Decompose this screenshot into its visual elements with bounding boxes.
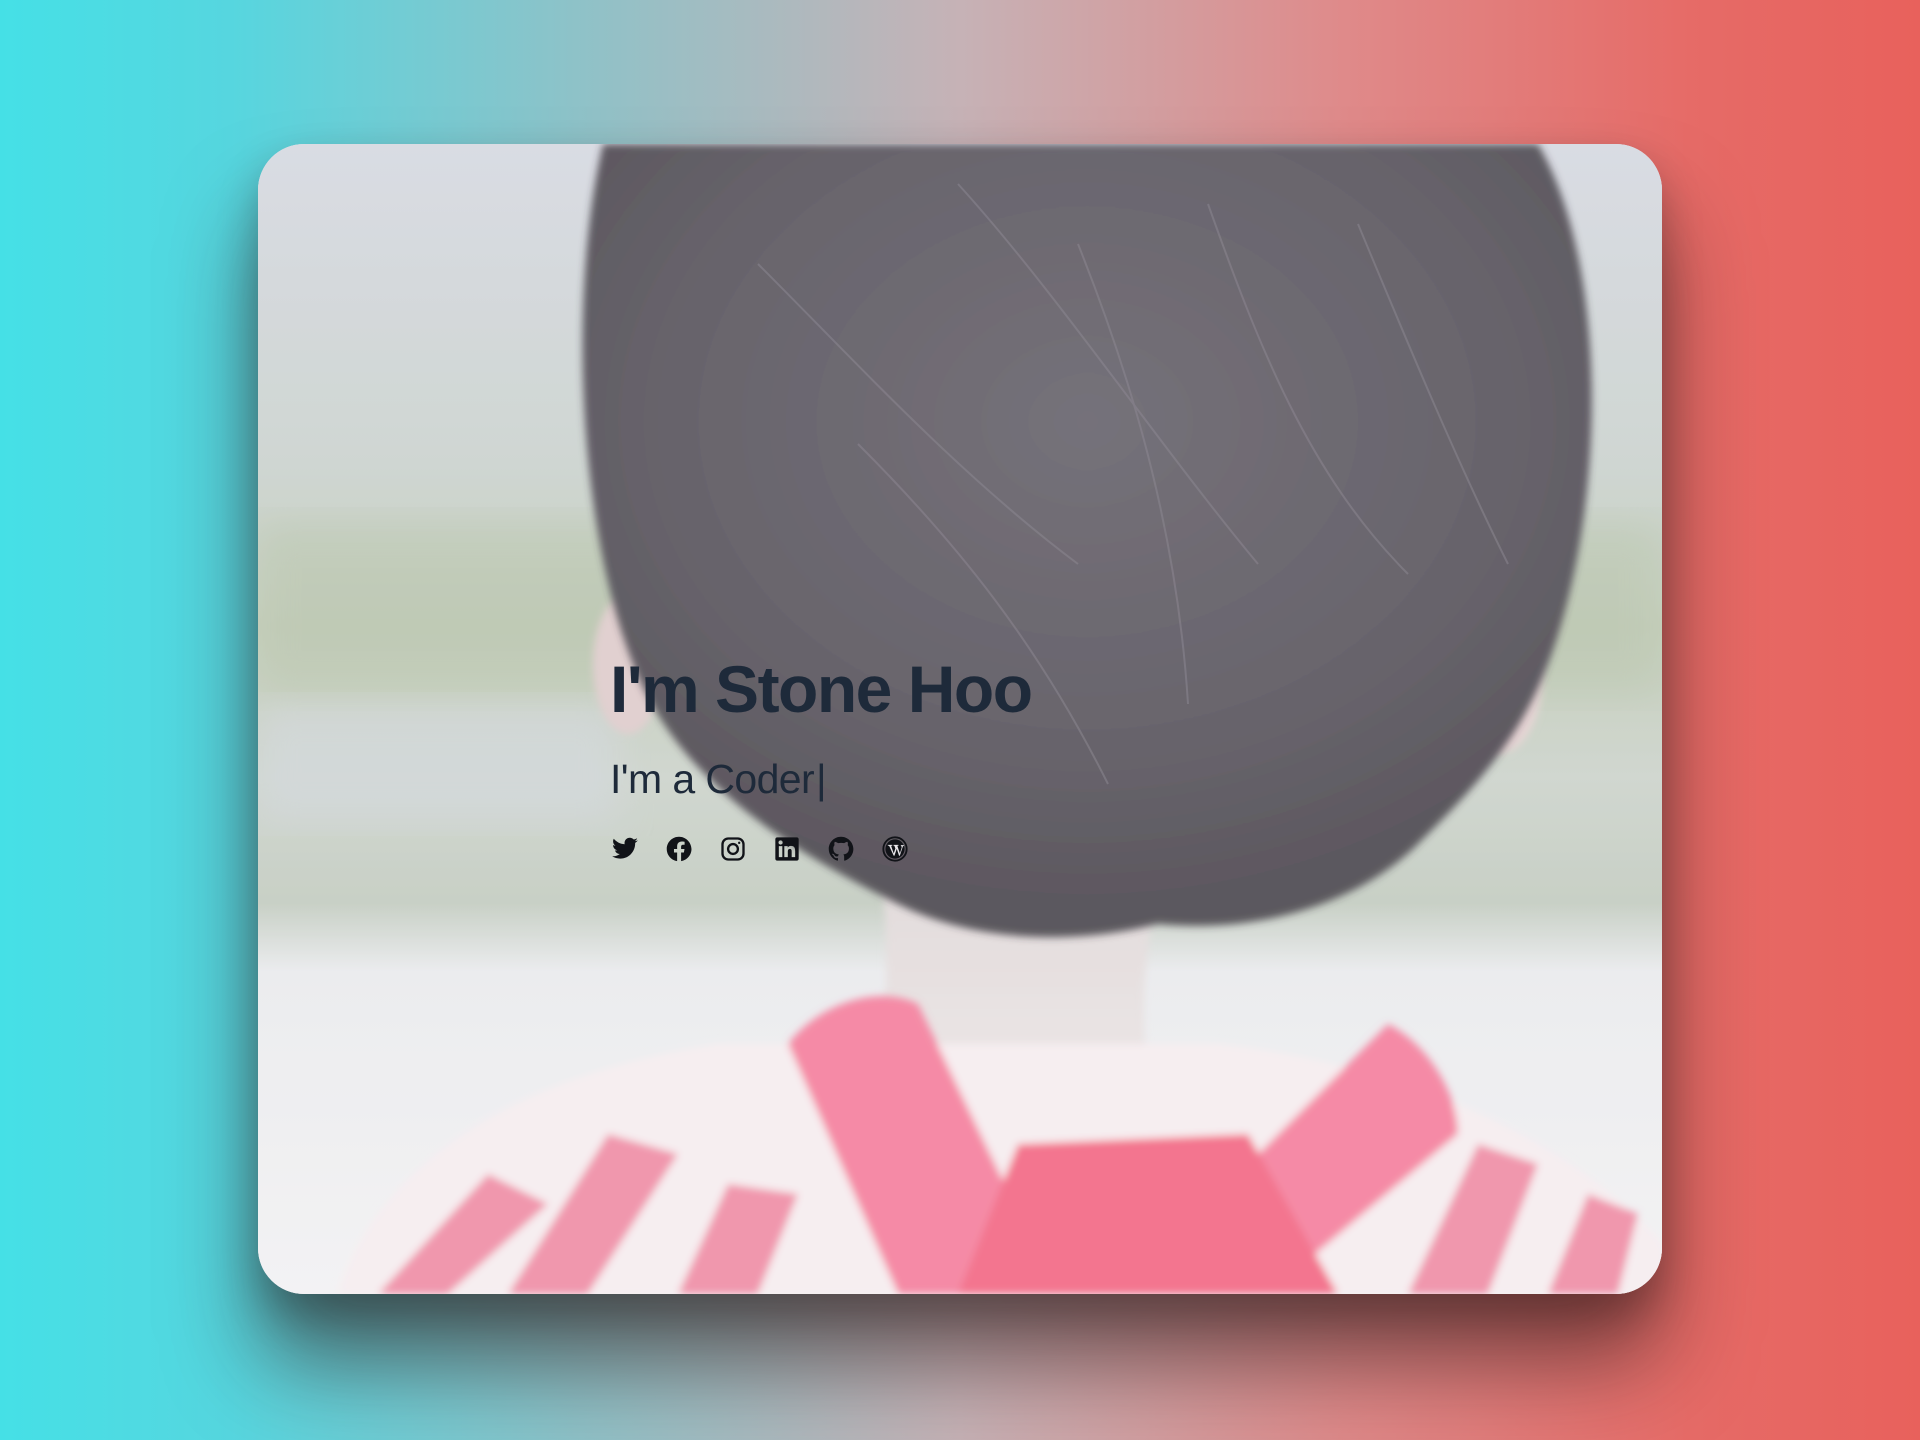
twitter-link[interactable] — [610, 834, 640, 864]
github-link[interactable] — [826, 834, 856, 864]
hero-content: I'm Stone Hoo I'm a Coder | — [610, 644, 1310, 864]
github-icon — [828, 836, 854, 861]
facebook-icon — [666, 836, 692, 862]
linkedin-link[interactable] — [772, 834, 802, 864]
typing-cursor: | — [816, 755, 827, 802]
hero-card: I'm Stone Hoo I'm a Coder | — [258, 144, 1662, 1294]
hero-tagline: I'm a Coder | — [610, 754, 1310, 804]
tagline-prefix: I'm a — [610, 755, 706, 802]
instagram-icon — [721, 837, 745, 861]
typed-role: Coder — [705, 755, 815, 802]
social-links — [610, 834, 1310, 864]
facebook-link[interactable] — [664, 834, 694, 864]
twitter-icon — [612, 837, 638, 859]
wordpress-icon — [882, 836, 908, 862]
hero-title: I'm Stone Hoo — [610, 652, 1033, 726]
wordpress-link[interactable] — [880, 834, 910, 864]
linkedin-icon — [775, 837, 799, 861]
instagram-link[interactable] — [718, 834, 748, 864]
